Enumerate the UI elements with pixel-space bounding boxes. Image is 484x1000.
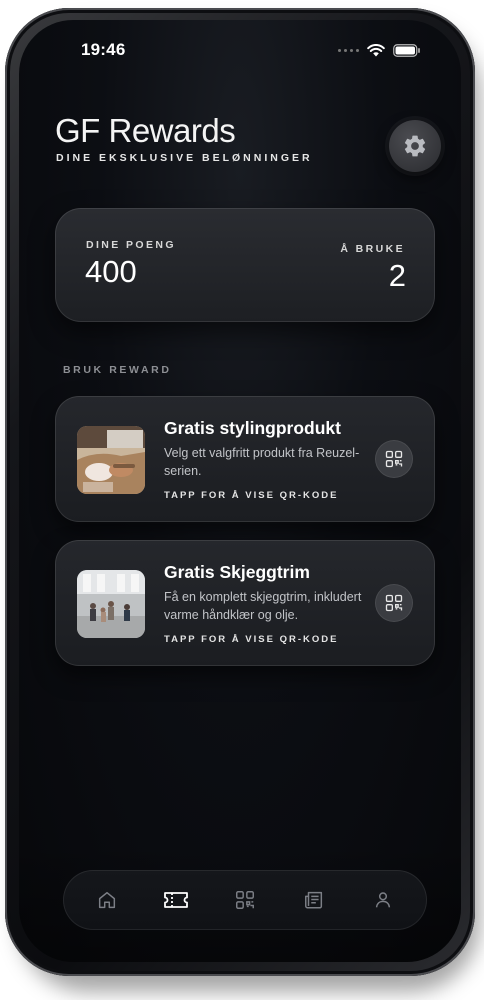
show-qr-button[interactable] (375, 440, 413, 478)
signal-icon (338, 49, 359, 52)
qr-code-icon (385, 594, 403, 612)
points-label: DINE POENG (86, 239, 176, 251)
section-label: BRUK REWARD (63, 364, 172, 376)
phone-frame: 19:46 GF Rewards DINE EKSKLUSIVE BELØNNI… (5, 8, 475, 976)
app-subtitle: DINE EKSKLUSIVE BELØNNINGER (56, 152, 313, 164)
tab-bar (63, 870, 427, 930)
status-icons (338, 44, 421, 57)
show-qr-button[interactable] (375, 584, 413, 622)
reward-image-beard-trim (77, 570, 145, 638)
gear-icon (404, 135, 426, 157)
newspaper-icon (304, 891, 322, 909)
reward-image-styling (77, 426, 145, 494)
reward-description: Få en komplett skjeggtrim, inkludert var… (164, 590, 362, 622)
qr-code-icon (385, 450, 403, 468)
home-icon (99, 891, 116, 909)
available-label: Å BRUKE (340, 243, 405, 255)
tab-home[interactable] (85, 878, 129, 922)
ticket-icon (164, 892, 189, 908)
tab-scan[interactable] (223, 878, 267, 922)
qr-code-icon (236, 891, 254, 909)
reward-title: Gratis stylingprodukt (164, 418, 341, 438)
tab-profile[interactable] (361, 878, 405, 922)
points-card: DINE POENG 400 Å BRUKE 2 (55, 208, 435, 322)
app-screen: 19:46 GF Rewards DINE EKSKLUSIVE BELØNNI… (19, 20, 461, 962)
reward-card-beard-trim[interactable]: Gratis Skjeggtrim Få en komplett skjeggt… (55, 540, 435, 666)
reward-description: Velg ett valgfritt produkt fra Reuzel-se… (164, 446, 360, 478)
reward-card-styling-product[interactable]: Gratis stylingprodukt Velg ett valgfritt… (55, 396, 435, 522)
settings-button[interactable] (389, 120, 441, 172)
reward-title: Gratis Skjeggtrim (164, 562, 310, 582)
tab-rewards[interactable] (154, 878, 198, 922)
wifi-icon (367, 44, 385, 57)
reward-cta: TAPP FOR Å VISE QR-KODE (164, 490, 339, 501)
app-title: GF Rewards (55, 112, 236, 149)
status-time: 19:46 (81, 40, 126, 59)
reward-cta: TAPP FOR Å VISE QR-KODE (164, 634, 339, 645)
tab-news[interactable] (292, 878, 336, 922)
points-value: 400 (85, 254, 137, 289)
battery-icon (393, 44, 420, 57)
user-icon (375, 892, 390, 908)
available-value: 2 (388, 258, 406, 293)
